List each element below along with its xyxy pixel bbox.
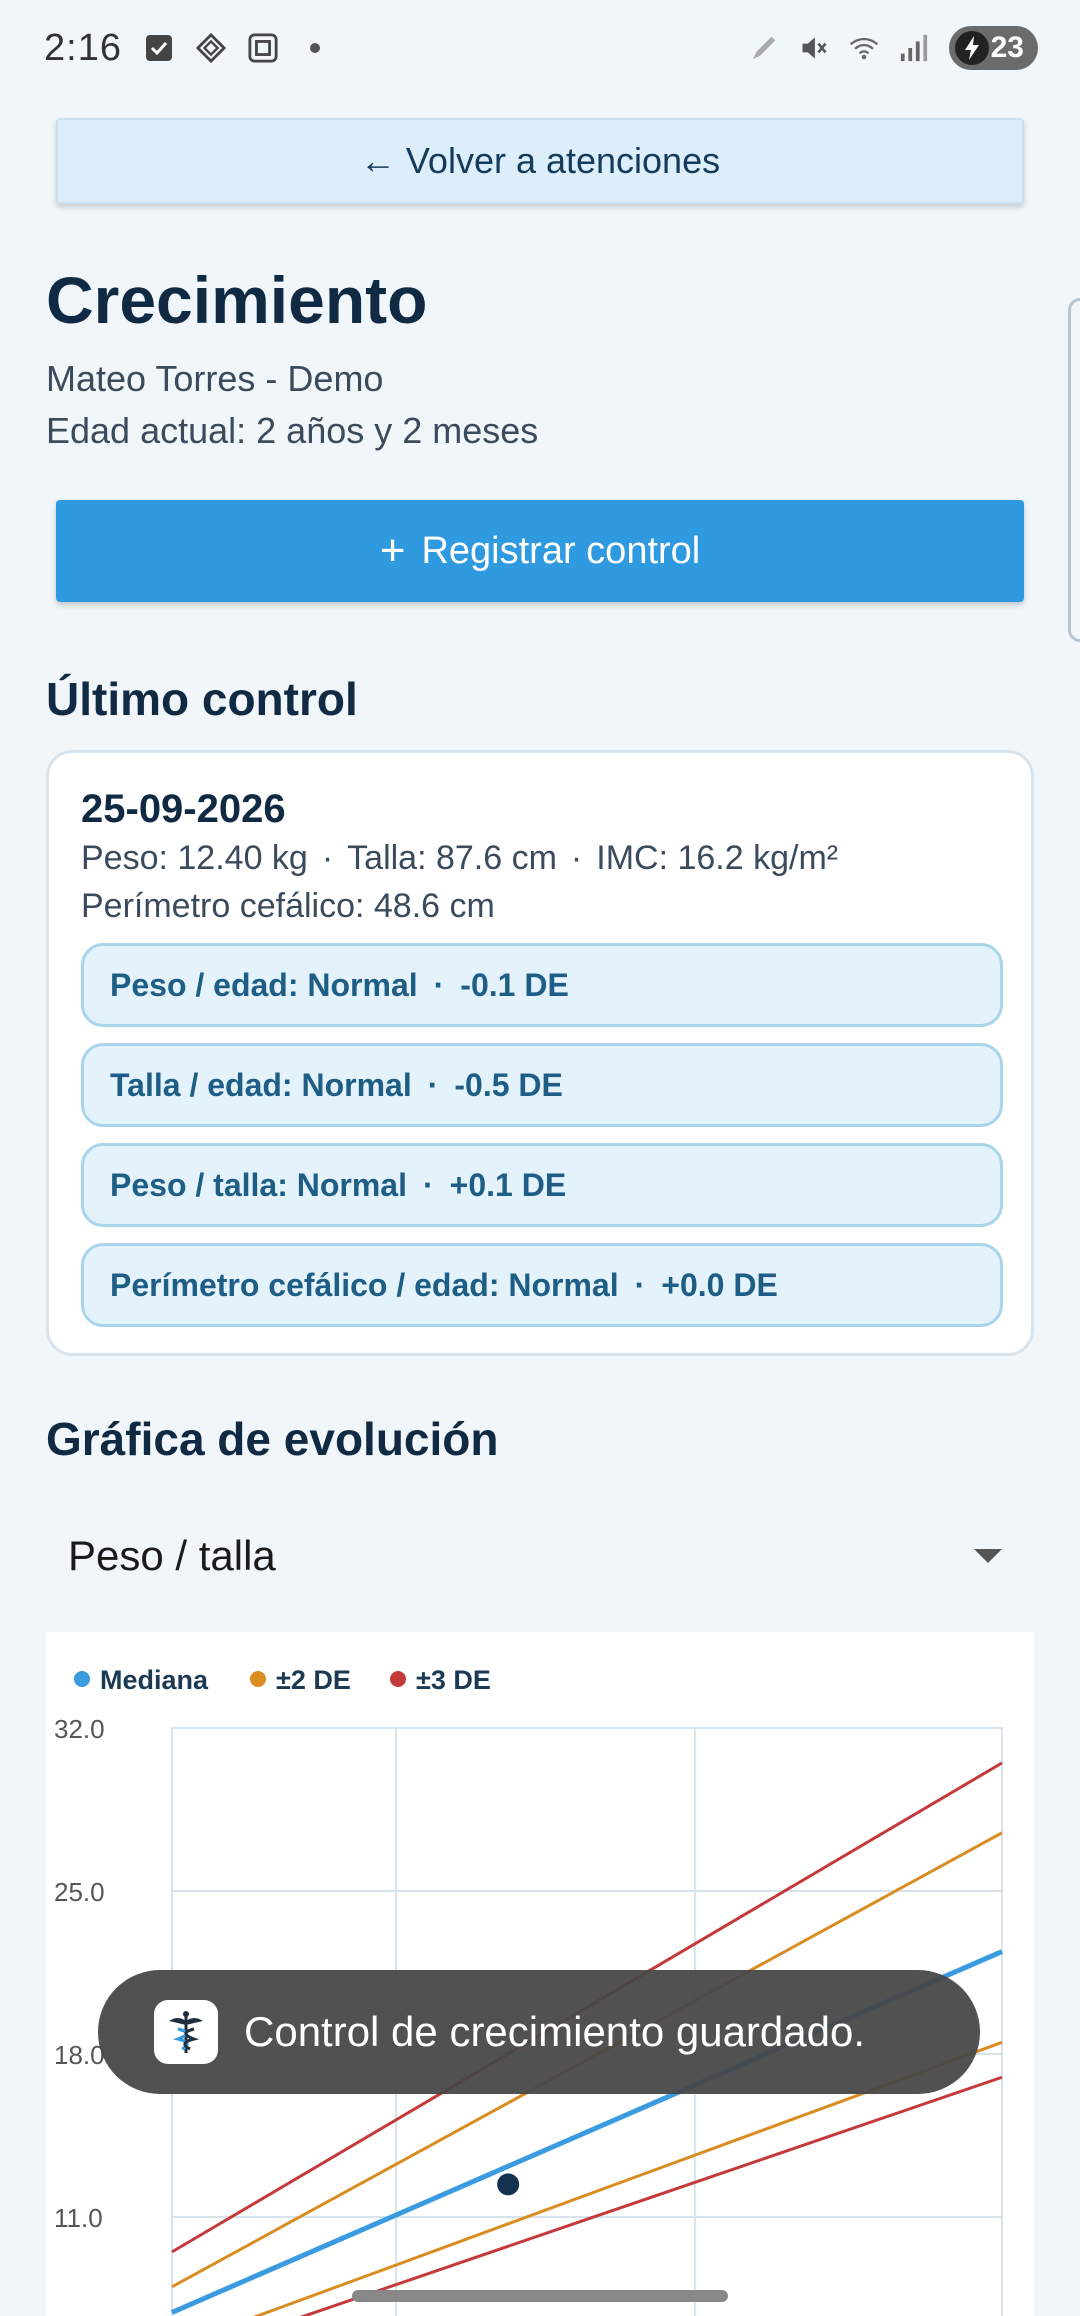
separator: ·	[570, 839, 583, 877]
height-value: Talla: 87.6 cm	[347, 839, 557, 877]
control-date: 25-09-2026	[81, 787, 286, 831]
plus-icon: +	[379, 526, 406, 575]
indicator-label: Peso / edad: Normal	[110, 966, 418, 1003]
back-to-attentions-button[interactable]: ← Volver a atenciones	[56, 118, 1024, 204]
y-tick-label: 25.0	[54, 1877, 105, 1907]
chart-section-title: Gráfica de evolución	[46, 1413, 499, 1465]
separator: ·	[433, 966, 445, 1003]
battery-icon: 23	[948, 26, 1038, 70]
indicator-height-age: Talla / edad: Normal · -0.5 DE	[81, 1043, 1003, 1127]
separator: ·	[427, 1066, 439, 1103]
separator: ·	[634, 1266, 646, 1303]
indicator-label: Peso / talla: Normal	[110, 1166, 407, 1203]
y-tick-label: 32.0	[54, 1714, 105, 1744]
indicator-head-age: Perímetro cefálico / edad: Normal · +0.0 D…	[81, 1243, 1003, 1327]
chart-type-value: Peso / talla	[68, 1532, 276, 1579]
legend-marker	[74, 1671, 90, 1687]
legend-label: Mediana	[100, 1665, 209, 1695]
scrollbar[interactable]	[1068, 298, 1080, 642]
y-tick-label: 11.0	[54, 2203, 103, 2233]
status-time: 2:16	[44, 26, 122, 69]
register-control-button[interactable]: + Registrar control	[56, 500, 1024, 602]
indicator-label: Talla / edad: Normal	[110, 1066, 412, 1103]
indicator-value: +0.0 DE	[661, 1266, 778, 1303]
caduceus-icon	[154, 2000, 218, 2064]
indicator-weight-age: Peso / edad: Normal · -0.1 DE	[81, 943, 1003, 1027]
indicator-weight-height: Peso / talla: Normal · +0.1 DE	[81, 1143, 1003, 1227]
head-circumference: Perímetro cefálico: 48.6 cm	[81, 887, 495, 925]
separator: ·	[422, 1166, 434, 1203]
diamond-grid-icon	[195, 32, 226, 64]
series-line-sd3	[299, 2075, 1003, 2316]
separator: ·	[321, 839, 334, 877]
wifi-icon	[849, 33, 879, 63]
legend-marker	[250, 1671, 266, 1687]
status-bar: 2:16 23	[0, 0, 1080, 96]
data-point	[497, 2173, 520, 2196]
mute-icon	[799, 33, 829, 63]
weight-value: Peso: 12.40 kg	[81, 839, 308, 877]
dot-icon	[300, 33, 330, 63]
last-control-title: Último control	[46, 673, 358, 725]
legend-label: ±3 DE	[416, 1665, 491, 1695]
control-measures: Peso: 12.40 kg · Talla: 87.6 cm · IMC: 16.2 …	[81, 839, 838, 878]
indicator-value: -0.1 DE	[460, 966, 569, 1003]
home-indicator[interactable]	[352, 2290, 728, 2302]
indicator-label: Perímetro cefálico / edad: Normal	[110, 1266, 619, 1303]
chart-type-select[interactable]: Peso / talla	[46, 1510, 1034, 1602]
register-control-label: Registrar control	[421, 529, 701, 572]
pen-icon	[749, 33, 779, 63]
toast-message: Control de crecimiento guardado.	[98, 1970, 980, 2094]
y-tick-label: 18.0	[54, 2040, 105, 2070]
signal-icon	[899, 33, 929, 63]
patient-name: Mateo Torres - Demo	[46, 358, 384, 399]
bmi-value: IMC: 16.2 kg/m²	[596, 839, 839, 877]
checkbox-icon	[144, 33, 174, 63]
battery-level: 23	[990, 31, 1024, 64]
last-control-card: 25-09-2026 Peso: 12.40 kg · Talla: 87.6 cm…	[46, 750, 1034, 1356]
toast-text: Control de crecimiento guardado.	[244, 2008, 866, 2055]
indicator-value: -0.5 DE	[454, 1066, 563, 1103]
patient-age: Edad actual: 2 años y 2 meses	[46, 410, 539, 451]
legend-marker	[390, 1671, 406, 1687]
indicator-value: +0.1 DE	[449, 1166, 567, 1203]
square-app-icon	[248, 33, 278, 63]
legend-label: ±2 DE	[276, 1665, 351, 1695]
chevron-down-icon	[974, 1549, 1002, 1563]
page-title: Crecimiento	[46, 263, 428, 337]
